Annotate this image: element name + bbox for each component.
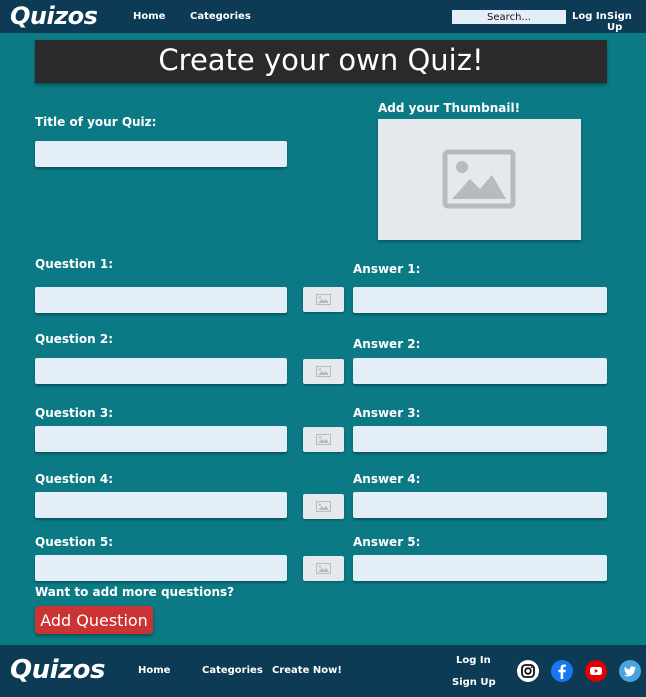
question-3-label: Question 3: <box>35 406 113 420</box>
footer-categories-link[interactable]: Categories <box>202 665 263 676</box>
footer-signup-link[interactable]: Sign Up <box>452 677 496 688</box>
thumbnail-label: Add your Thumbnail! <box>378 101 521 115</box>
footer-logo[interactable]: Quizos <box>10 655 106 685</box>
footer-login-link[interactable]: Log In <box>456 655 491 666</box>
top-navbar: Quizos Home Categories Log In Sign Up <box>0 0 646 33</box>
quiz-title-input[interactable] <box>35 141 287 167</box>
answer-3-input[interactable] <box>353 426 607 452</box>
thumbnail-upload[interactable] <box>378 119 581 240</box>
footer: Quizos Home Categories Create Now! Log I… <box>0 645 646 697</box>
image-placeholder-icon <box>442 149 516 209</box>
answer-3-label: Answer 3: <box>353 406 421 420</box>
nav-signup-link[interactable]: Sign Up <box>607 11 646 33</box>
question-5-label: Question 5: <box>35 535 113 549</box>
question-3-image-button[interactable] <box>303 427 344 452</box>
question-5-input[interactable] <box>35 555 287 581</box>
answer-1-input[interactable] <box>353 287 607 313</box>
question-1-image-button[interactable] <box>303 287 344 312</box>
question-4-input[interactable] <box>35 492 287 518</box>
site-logo[interactable]: Quizos <box>10 2 98 30</box>
question-2-input[interactable] <box>35 358 287 384</box>
footer-home-link[interactable]: Home <box>138 665 170 676</box>
image-icon <box>316 434 331 445</box>
instagram-icon[interactable] <box>517 660 539 682</box>
question-3-input[interactable] <box>35 426 287 452</box>
answer-4-input[interactable] <box>353 492 607 518</box>
question-4-label: Question 4: <box>35 472 113 486</box>
answer-1-label: Answer 1: <box>353 262 421 276</box>
more-questions-label: Want to add more questions? <box>35 585 235 599</box>
image-icon <box>316 563 331 574</box>
question-5-image-button[interactable] <box>303 556 344 581</box>
image-icon <box>316 366 331 377</box>
footer-create-link[interactable]: Create Now! <box>272 665 342 676</box>
nav-login-link[interactable]: Log In <box>572 11 607 22</box>
question-2-image-button[interactable] <box>303 359 344 384</box>
nav-categories-link[interactable]: Categories <box>190 11 251 22</box>
answer-2-input[interactable] <box>353 358 607 384</box>
question-4-image-button[interactable] <box>303 494 344 519</box>
answer-2-label: Answer 2: <box>353 337 421 351</box>
search-input[interactable] <box>452 10 566 24</box>
image-icon <box>316 294 331 305</box>
nav-home-link[interactable]: Home <box>133 11 165 22</box>
page-title: Create your own Quiz! <box>35 40 607 83</box>
answer-5-input[interactable] <box>353 555 607 581</box>
question-1-label: Question 1: <box>35 257 113 271</box>
answer-4-label: Answer 4: <box>353 472 421 486</box>
quiz-title-label: Title of your Quiz: <box>35 115 157 129</box>
youtube-icon[interactable] <box>585 660 607 682</box>
question-2-label: Question 2: <box>35 332 113 346</box>
question-1-input[interactable] <box>35 287 287 313</box>
image-icon <box>316 501 331 512</box>
facebook-icon[interactable] <box>551 660 573 682</box>
twitter-icon[interactable] <box>619 660 641 682</box>
answer-5-label: Answer 5: <box>353 535 421 549</box>
add-question-button[interactable]: Add Question <box>35 606 153 634</box>
